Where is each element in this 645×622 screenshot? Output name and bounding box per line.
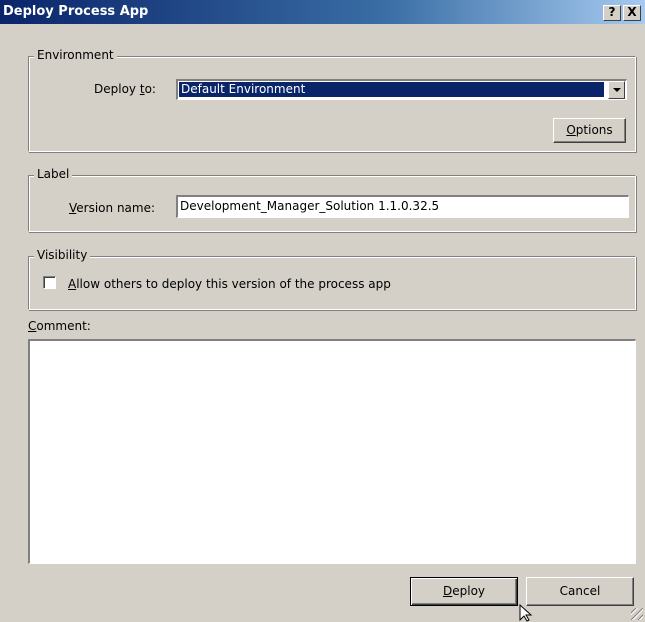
comment-label: Comment: [28,319,91,333]
label-legend: Label [34,167,73,181]
visibility-legend: Visibility [34,248,91,262]
version-name-label: Version name: [69,201,156,215]
deploy-to-label: Deploy to: [94,82,156,96]
chevron-down-icon [613,88,621,92]
environment-group [28,56,636,152]
comment-textarea[interactable] [28,339,636,564]
title-bar: Deploy Process App ? X [0,0,645,24]
cancel-button[interactable]: Cancel [526,577,634,606]
dropdown-arrow-button[interactable] [608,81,625,99]
window-title: Deploy Process App [3,4,149,19]
options-button[interactable]: Options [553,118,626,143]
help-button[interactable]: ? [603,5,621,21]
version-name-field[interactable]: Development_Manager_Solution 1.1.0.32.5 [176,195,629,218]
allow-others-label[interactable]: Allow others to deploy this version of t… [68,277,391,291]
environment-legend: Environment [34,48,117,62]
allow-others-checkbox[interactable] [43,276,56,289]
close-button[interactable]: X [623,5,641,21]
deploy-to-selected-value: Default Environment [179,82,604,97]
deploy-button[interactable]: Deploy [410,577,518,606]
deploy-process-app-dialog: Deploy Process App ? X Environment Deplo… [0,0,645,622]
resize-grip[interactable] [631,608,643,620]
mouse-cursor-icon [519,604,533,622]
deploy-to-select[interactable]: Default Environment [176,79,627,100]
